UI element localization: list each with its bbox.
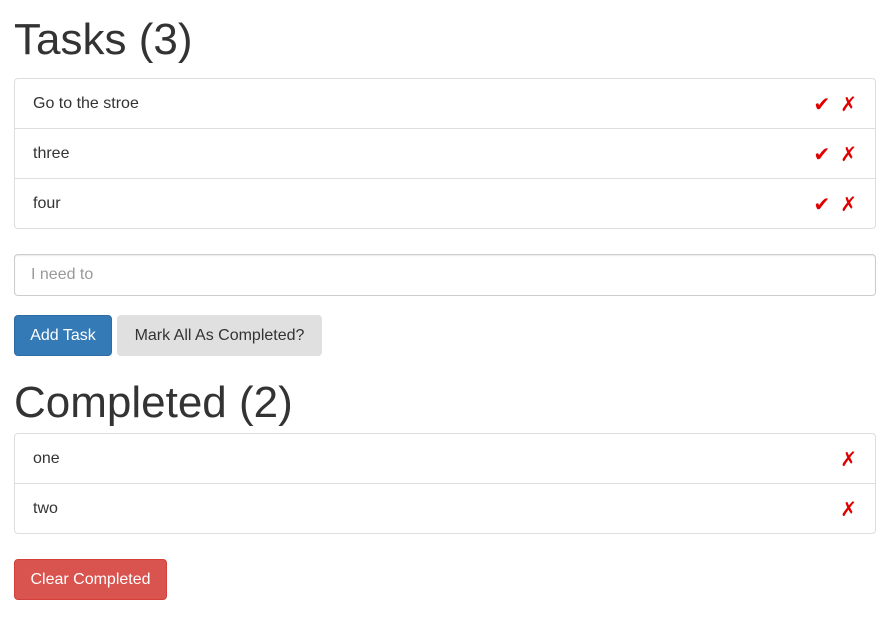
completed-actions: ✗: [840, 499, 857, 519]
complete-check-icon[interactable]: ✔: [813, 144, 830, 164]
completed-row: two ✗: [15, 484, 875, 534]
delete-x-icon[interactable]: ✗: [840, 194, 857, 214]
complete-check-icon[interactable]: ✔: [813, 194, 830, 214]
delete-x-icon[interactable]: ✗: [840, 144, 857, 164]
add-task-button[interactable]: Add Task: [14, 315, 112, 356]
task-label: four: [33, 195, 61, 212]
task-actions: ✔ ✗: [813, 144, 857, 164]
task-label: Go to the stroe: [33, 94, 139, 112]
completed-heading: Completed (2): [14, 378, 293, 427]
tasks-list: Go to the stroe ✔ ✗ three ✔ ✗ four ✔ ✗: [14, 78, 876, 229]
completed-list: one ✗ two ✗: [14, 433, 876, 534]
completed-label: two: [33, 500, 58, 517]
completed-actions: ✗: [840, 449, 857, 469]
tasks-heading: Tasks (3): [14, 15, 193, 64]
completed-label: one: [33, 449, 60, 467]
mark-all-completed-button[interactable]: Mark All As Completed?: [117, 315, 322, 356]
task-row: four ✔ ✗: [15, 179, 875, 229]
task-actions: ✔ ✗: [813, 94, 857, 114]
task-actions: ✔ ✗: [813, 194, 857, 214]
complete-check-icon[interactable]: ✔: [813, 94, 830, 114]
delete-x-icon[interactable]: ✗: [840, 94, 857, 114]
delete-x-icon[interactable]: ✗: [840, 499, 857, 519]
task-label: three: [33, 144, 70, 162]
completed-row: one ✗: [15, 434, 875, 484]
delete-x-icon[interactable]: ✗: [840, 449, 857, 469]
new-task-input[interactable]: [14, 254, 876, 296]
task-row: three ✔ ✗: [15, 129, 875, 179]
task-row: Go to the stroe ✔ ✗: [15, 79, 875, 129]
clear-completed-button[interactable]: Clear Completed: [14, 559, 167, 600]
